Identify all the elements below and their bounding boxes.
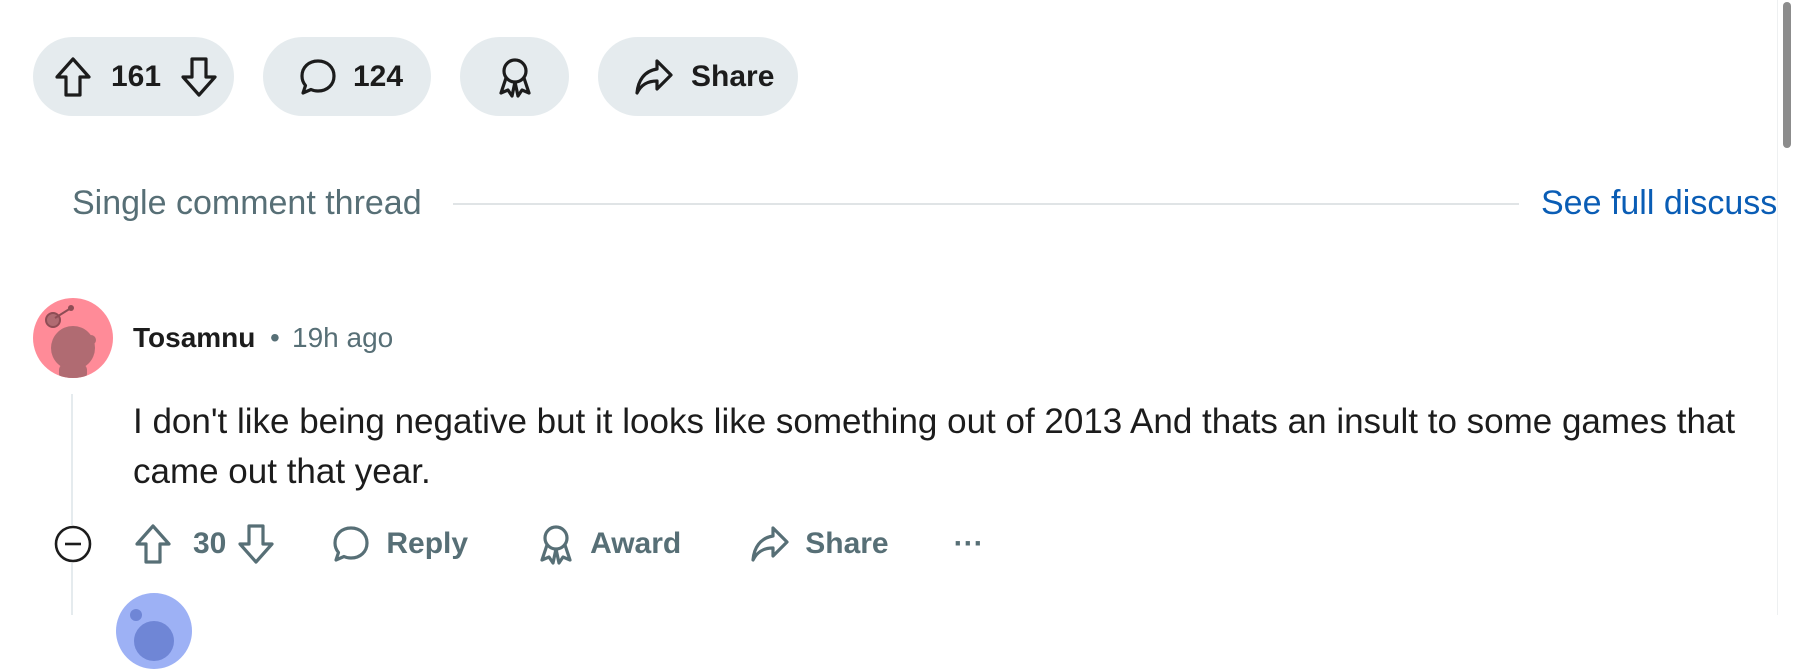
share-button[interactable]: Share [749,524,889,564]
thread-line[interactable] [71,394,73,615]
post-award-button[interactable] [460,37,569,116]
post-share-button[interactable]: Share [598,37,798,116]
share-icon [633,57,675,97]
award-icon [536,522,576,566]
snoo-avatar-icon [45,305,96,378]
comment-timestamp[interactable]: 19h ago [292,322,393,354]
thread-divider [453,203,1519,205]
reply-avatar[interactable] [116,593,192,669]
upvote-icon[interactable] [53,55,93,99]
more-options-button[interactable]: ··· [954,527,984,561]
post-share-label: Share [691,59,775,93]
share-label: Share [805,527,889,560]
comment-vote-group: 30 [133,522,276,566]
scrollbar-thumb[interactable] [1783,2,1791,148]
single-thread-label: Single comment thread [72,184,422,222]
post-vote-count: 161 [111,59,162,93]
comment-icon [331,524,371,564]
downvote-icon[interactable] [236,522,276,566]
collapse-thread-button[interactable] [54,525,92,563]
collapse-icon [54,525,92,563]
post-comments-button[interactable]: 124 [263,37,431,116]
share-icon [749,524,791,564]
meta-separator: • [270,322,280,353]
award-button[interactable]: Award [536,522,681,566]
post-comment-count: 124 [353,59,404,93]
comment-icon [298,57,338,97]
avatar[interactable] [33,298,113,378]
downvote-icon[interactable] [179,55,219,99]
comment-author[interactable]: Tosamnu [133,322,255,354]
award-label: Award [590,527,682,560]
comment-vote-count: 30 [193,527,227,560]
reply-label: Reply [386,527,469,560]
page-scrollbar[interactable] [1777,0,1795,615]
post-vote-group: 161 [33,37,234,116]
award-icon [495,55,535,99]
snoo-avatar-icon [130,609,174,661]
more-options-icon: ··· [953,527,984,560]
comment-body: I don't like being negative but it looks… [133,402,1736,491]
comment-action-bar: 30 Reply Award Share ··· [133,519,984,569]
see-full-discussion-link[interactable]: See full discussi [1541,184,1785,223]
reply-button[interactable]: Reply [331,524,468,564]
upvote-icon[interactable] [133,522,173,566]
